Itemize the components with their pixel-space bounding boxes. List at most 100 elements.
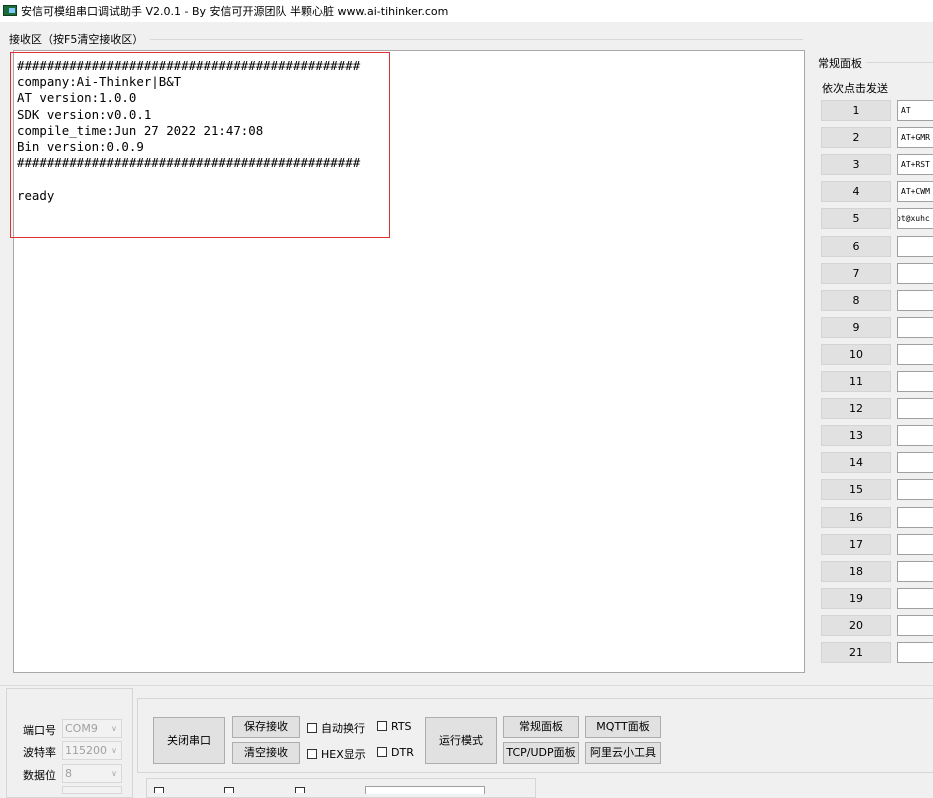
hex-display-checkbox[interactable]: HEX显示 — [307, 746, 366, 762]
send-button-13[interactable]: 13 — [821, 425, 891, 447]
send-button-1[interactable]: 1 — [821, 100, 891, 121]
highlight-box — [10, 52, 390, 238]
send-button-18[interactable]: 18 — [821, 560, 891, 582]
send-button-7[interactable]: 7 — [821, 262, 891, 284]
send-button-17[interactable]: 17 — [821, 533, 891, 555]
aliyun-tools-button[interactable]: 阿里云小工具 — [585, 742, 661, 764]
checkbox-partial[interactable] — [295, 787, 305, 793]
stopbits-select[interactable] — [62, 786, 122, 794]
bottom-separator — [0, 685, 933, 686]
command-input-10[interactable] — [897, 343, 933, 365]
checkbox-box — [307, 723, 317, 733]
send-button-21[interactable]: 21 — [821, 642, 891, 663]
command-input-3[interactable]: AT+RST — [897, 154, 933, 176]
auto-wrap-checkbox[interactable]: 自动换行 — [307, 720, 365, 736]
databits-value: 8 — [65, 767, 72, 780]
command-input-8[interactable] — [897, 289, 933, 311]
command-input-16[interactable] — [897, 506, 933, 528]
databits-select[interactable]: 8 ∨ — [62, 764, 122, 783]
send-button-2[interactable]: 2 — [821, 127, 891, 149]
port-label: 端口号 — [23, 724, 56, 737]
command-input-5[interactable]: pt@xuhc — [897, 208, 933, 230]
command-input-11[interactable] — [897, 371, 933, 392]
rts-checkbox[interactable]: RTS — [377, 720, 412, 733]
checkbox-partial[interactable] — [154, 787, 164, 793]
command-input-14[interactable] — [897, 452, 933, 474]
send-row: 19 — [821, 587, 933, 611]
send-row: 8 — [821, 289, 933, 313]
receive-group-divider — [150, 39, 803, 40]
send-button-16[interactable]: 16 — [821, 506, 891, 528]
command-input-9[interactable] — [897, 316, 933, 338]
panel-divider — [866, 62, 933, 63]
auto-wrap-label: 自动换行 — [321, 722, 365, 735]
send-button-11[interactable]: 11 — [821, 371, 891, 392]
send-button-12[interactable]: 12 — [821, 398, 891, 420]
command-input-6[interactable] — [897, 235, 933, 257]
checkbox-box — [377, 721, 387, 731]
send-button-19[interactable]: 19 — [821, 587, 891, 609]
chevron-down-icon: ∨ — [111, 724, 117, 733]
command-input-2[interactable]: AT+GMR — [897, 127, 933, 149]
port-select[interactable]: COM9 ∨ — [62, 719, 122, 738]
send-row: 10 — [821, 343, 933, 367]
send-button-8[interactable]: 8 — [821, 289, 891, 311]
command-input-4[interactable]: AT+CWM — [897, 181, 933, 203]
send-row: 11 — [821, 371, 933, 394]
send-row: 14 — [821, 452, 933, 475]
send-button-4[interactable]: 4 — [821, 181, 891, 203]
baud-label: 波特率 — [23, 746, 56, 759]
command-input-7[interactable] — [897, 262, 933, 284]
send-row: 4 AT+CWM — [821, 181, 933, 204]
baud-select[interactable]: 115200 ∨ — [62, 741, 122, 760]
command-input-13[interactable] — [897, 425, 933, 447]
send-row: 15 — [821, 479, 933, 502]
command-input-17[interactable] — [897, 533, 933, 555]
send-row: 18 — [821, 560, 933, 584]
app-icon — [3, 5, 17, 16]
sequential-send-label: 依次点击发送 — [822, 82, 888, 95]
send-button-9[interactable]: 9 — [821, 316, 891, 338]
send-button-10[interactable]: 10 — [821, 343, 891, 365]
send-row: 16 — [821, 506, 933, 530]
dtr-label: DTR — [391, 746, 414, 759]
command-input-21[interactable] — [897, 642, 933, 663]
send-row: 21 — [821, 642, 933, 665]
send-row: 20 — [821, 614, 933, 638]
command-input-18[interactable] — [897, 560, 933, 582]
send-row: 13 — [821, 425, 933, 448]
close-port-button[interactable]: 关闭串口 — [153, 717, 225, 764]
send-button-6[interactable]: 6 — [821, 235, 891, 257]
send-button-20[interactable]: 20 — [821, 614, 891, 636]
port-value: COM9 — [65, 722, 98, 735]
send-button-14[interactable]: 14 — [821, 452, 891, 474]
send-row: 1 AT — [821, 100, 933, 123]
command-input-12[interactable] — [897, 398, 933, 420]
tcp-udp-panel-button[interactable]: TCP/UDP面板 — [503, 742, 579, 764]
clear-receive-button[interactable]: 清空接收 — [232, 742, 300, 764]
chevron-down-icon: ∨ — [111, 746, 117, 755]
save-receive-button[interactable]: 保存接收 — [232, 716, 300, 738]
send-row: 12 — [821, 398, 933, 421]
checkbox-box — [307, 749, 317, 759]
command-input-19[interactable] — [897, 587, 933, 609]
command-input-1[interactable]: AT — [897, 100, 933, 121]
command-input-15[interactable] — [897, 479, 933, 501]
run-mode-button[interactable]: 运行模式 — [425, 717, 497, 764]
send-button-15[interactable]: 15 — [821, 479, 891, 501]
title-bar: 安信可模组串口调试助手 V2.0.1 - By 安信可开源团队 半颗心脏 www… — [0, 0, 933, 22]
dtr-checkbox[interactable]: DTR — [377, 746, 414, 759]
send-row: 17 — [821, 533, 933, 557]
normal-panel-button[interactable]: 常规面板 — [503, 716, 579, 738]
mqtt-panel-button[interactable]: MQTT面板 — [585, 716, 661, 738]
baud-value: 115200 — [65, 744, 107, 757]
checkbox-partial[interactable] — [224, 787, 234, 793]
send-row: 2 AT+GMR — [821, 127, 933, 150]
command-input-20[interactable] — [897, 614, 933, 636]
send-row: 5 pt@xuhc — [821, 208, 933, 231]
send-row: 3 AT+RST — [821, 154, 933, 177]
send-button-3[interactable]: 3 — [821, 154, 891, 176]
send-input-partial[interactable] — [365, 786, 485, 794]
send-button-5[interactable]: 5 — [821, 208, 891, 230]
window-title: 安信可模组串口调试助手 V2.0.1 - By 安信可开源团队 半颗心脏 www… — [21, 5, 449, 18]
